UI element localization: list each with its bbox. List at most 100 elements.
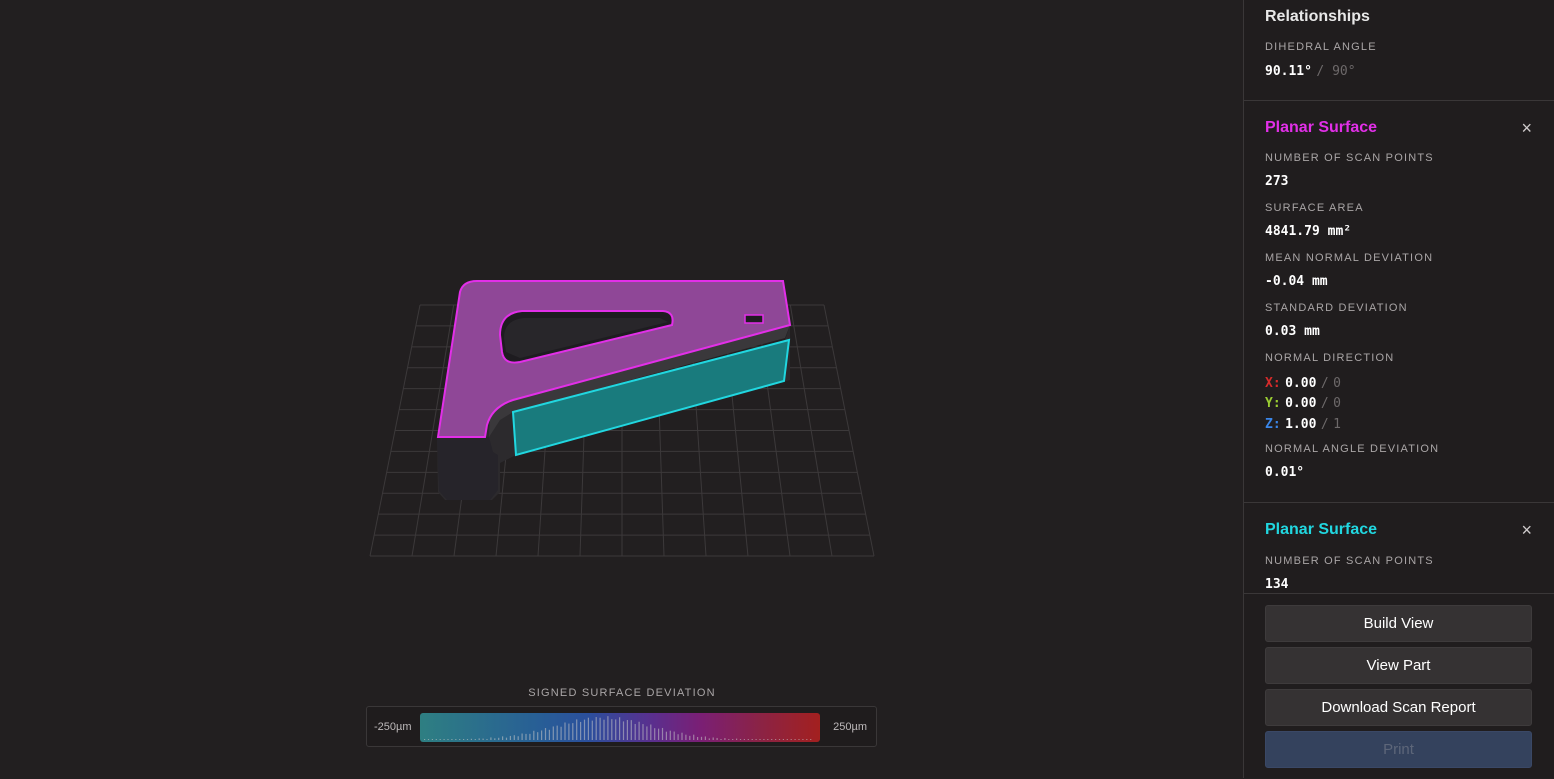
histogram-bar [708, 738, 710, 740]
histogram-bar [669, 730, 671, 740]
histogram-bar [747, 739, 749, 740]
separator: / [1320, 396, 1329, 411]
histogram-bar [622, 721, 625, 740]
histogram-bar [502, 736, 504, 740]
histogram-bar [560, 726, 562, 740]
histogram-bar [564, 722, 566, 740]
part-lower-block [437, 437, 498, 500]
histogram-bar [794, 739, 796, 740]
x-reference: 0 [1333, 376, 1341, 391]
histogram-bar [638, 721, 640, 740]
histogram-bar [607, 716, 609, 740]
deviation-legend: -250µm 250µm [366, 706, 877, 747]
scan-points-label: NUMBER OF SCAN POINTS [1265, 555, 1434, 567]
print-button[interactable]: Print [1265, 731, 1532, 768]
histogram-bar [619, 717, 621, 740]
normal-direction-label: NORMAL DIRECTION [1265, 352, 1395, 364]
histogram-bar [603, 719, 605, 740]
dihedral-angle-label: DIHEDRAL ANGLE [1265, 41, 1377, 53]
histogram-bar [700, 736, 703, 740]
histogram-bar [798, 739, 800, 740]
legend-min-label: -250µm [374, 721, 412, 733]
y-value: 0.00 [1285, 396, 1317, 411]
histogram-bar [525, 733, 527, 740]
histogram-bar [736, 738, 738, 740]
histogram-bar [646, 726, 648, 740]
x-value: 0.00 [1285, 376, 1317, 391]
histogram-bar [431, 739, 433, 740]
part-model [436, 280, 792, 500]
histogram-bar [552, 726, 554, 740]
histogram-bar [521, 733, 523, 740]
close-icon[interactable]: × [1521, 521, 1532, 539]
histogram-bar [517, 736, 519, 740]
histogram-bar [782, 739, 784, 740]
download-scan-report-button[interactable]: Download Scan Report [1265, 689, 1532, 726]
histogram-bar [775, 739, 777, 740]
histogram-bar [771, 739, 773, 740]
separator: / [1316, 64, 1333, 79]
deviation-gradient-bar [420, 713, 820, 742]
histogram-bar [599, 717, 601, 740]
histogram-bar [786, 739, 788, 740]
histogram-bar [704, 736, 706, 740]
histogram-bar [712, 737, 714, 740]
relationships-section: Relationships DIHEDRAL ANGLE 90.11° / 90… [1244, 0, 1554, 101]
histogram-bar [693, 734, 695, 740]
histogram-bar [673, 731, 675, 740]
deviation-legend-title: SIGNED SURFACE DEVIATION [528, 687, 716, 699]
histogram-bar [728, 739, 730, 740]
dihedral-angle-reference: 90° [1332, 64, 1356, 79]
action-buttons: Build View View Part Download Scan Repor… [1244, 593, 1554, 779]
histogram-bar [451, 739, 453, 740]
scan-points-value: 134 [1265, 577, 1289, 592]
panel-scroll-area[interactable]: Relationships DIHEDRAL ANGLE 90.11° / 90… [1244, 0, 1554, 593]
histogram-bar [591, 720, 593, 740]
histogram-bar [576, 719, 578, 740]
close-icon[interactable]: × [1521, 119, 1532, 137]
histogram-bar [716, 737, 718, 740]
histogram-bar [650, 724, 652, 740]
build-view-button[interactable]: Build View [1265, 605, 1532, 642]
part-3d-view[interactable] [0, 0, 1243, 680]
dihedral-angle-value: 90.11° [1265, 64, 1312, 79]
histogram-bar [751, 739, 753, 740]
std-deviation-label: STANDARD DEVIATION [1265, 302, 1408, 314]
histogram-bar [580, 721, 582, 740]
histogram-bar [556, 725, 558, 740]
histogram-bar [478, 738, 480, 740]
legend-max-label: 250µm [833, 721, 867, 733]
normal-z-row: Z: 1.00 / 1 [1265, 415, 1341, 433]
histogram-bar [732, 739, 734, 740]
std-deviation-value: 0.03 mm [1265, 324, 1320, 339]
histogram-bar [790, 739, 792, 740]
histogram-bar [778, 739, 781, 740]
histogram-bar [724, 738, 726, 740]
histogram-bar [533, 730, 535, 740]
3d-viewport[interactable]: SIGNED SURFACE DEVIATION -250µm 250µm [0, 0, 1243, 778]
planar-surface-section-2: Planar Surface × NUMBER OF SCAN POINTS 1… [1244, 503, 1554, 593]
histogram-bar [447, 739, 449, 740]
histogram-bar [806, 739, 808, 740]
normal-x-row: X: 0.00 / 0 [1265, 374, 1341, 392]
histogram-bar [435, 739, 437, 740]
angle-deviation-value: 0.01° [1265, 465, 1305, 480]
histogram-bar [595, 717, 597, 740]
relationships-title: Relationships [1265, 8, 1370, 25]
y-axis-label: Y: [1265, 396, 1281, 411]
surface-1-title: Planar Surface [1265, 119, 1378, 136]
histogram-bar [443, 739, 445, 740]
separator: / [1320, 376, 1329, 391]
z-axis-label: Z: [1265, 417, 1281, 432]
normal-y-row: Y: 0.00 / 0 [1265, 394, 1341, 412]
y-reference: 0 [1333, 396, 1341, 411]
x-axis-label: X: [1265, 376, 1281, 391]
z-value: 1.00 [1285, 417, 1317, 432]
histogram-bar [755, 739, 757, 740]
view-part-button[interactable]: View Part [1265, 647, 1532, 684]
histogram-bar [654, 728, 656, 740]
inspection-panel: Relationships DIHEDRAL ANGLE 90.11° / 90… [1243, 0, 1554, 778]
histogram-bar [424, 739, 426, 740]
histogram-bar [720, 739, 722, 740]
histogram-bar [626, 720, 628, 740]
